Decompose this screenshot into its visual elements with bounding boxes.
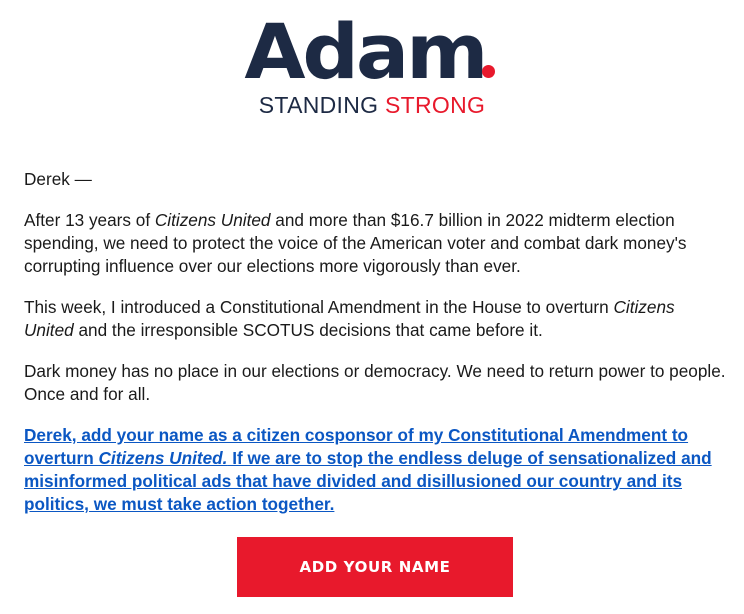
paragraph-dark-money: Dark money has no place in our elections…: [24, 361, 726, 404]
paragraph-text: After 13 years of: [24, 210, 155, 230]
email-header: Adam STANDING STRONG: [0, 14, 744, 118]
paragraph-citizens-united-spending: After 13 years of Citizens United and mo…: [24, 209, 728, 278]
cta-container: ADD YOUR NAME: [237, 537, 513, 597]
logo-wordmark: Adam: [244, 7, 488, 96]
paragraph-text: and the irresponsible SCOTUS decisions t…: [73, 320, 543, 340]
campaign-logo[interactable]: Adam: [0, 14, 744, 90]
email-body: Derek — After 13 years of Citizens Unite…: [24, 168, 728, 534]
paragraph-cta-link: Derek, add your name as a citizen cospon…: [24, 424, 728, 516]
logo-dot-icon: [482, 65, 496, 78]
add-your-name-button[interactable]: ADD YOUR NAME: [237, 537, 513, 597]
paragraph-amendment: This week, I introduced a Constitutional…: [24, 296, 728, 342]
cosponsor-link[interactable]: Derek, add your name as a citizen cospon…: [24, 425, 712, 514]
greeting: Derek —: [24, 169, 92, 189]
paragraph-text: This week, I introduced a Constitutional…: [24, 297, 614, 317]
link-italic-text: Citizens United.: [98, 448, 228, 468]
paragraph-italic-text: Citizens United: [154, 210, 271, 230]
